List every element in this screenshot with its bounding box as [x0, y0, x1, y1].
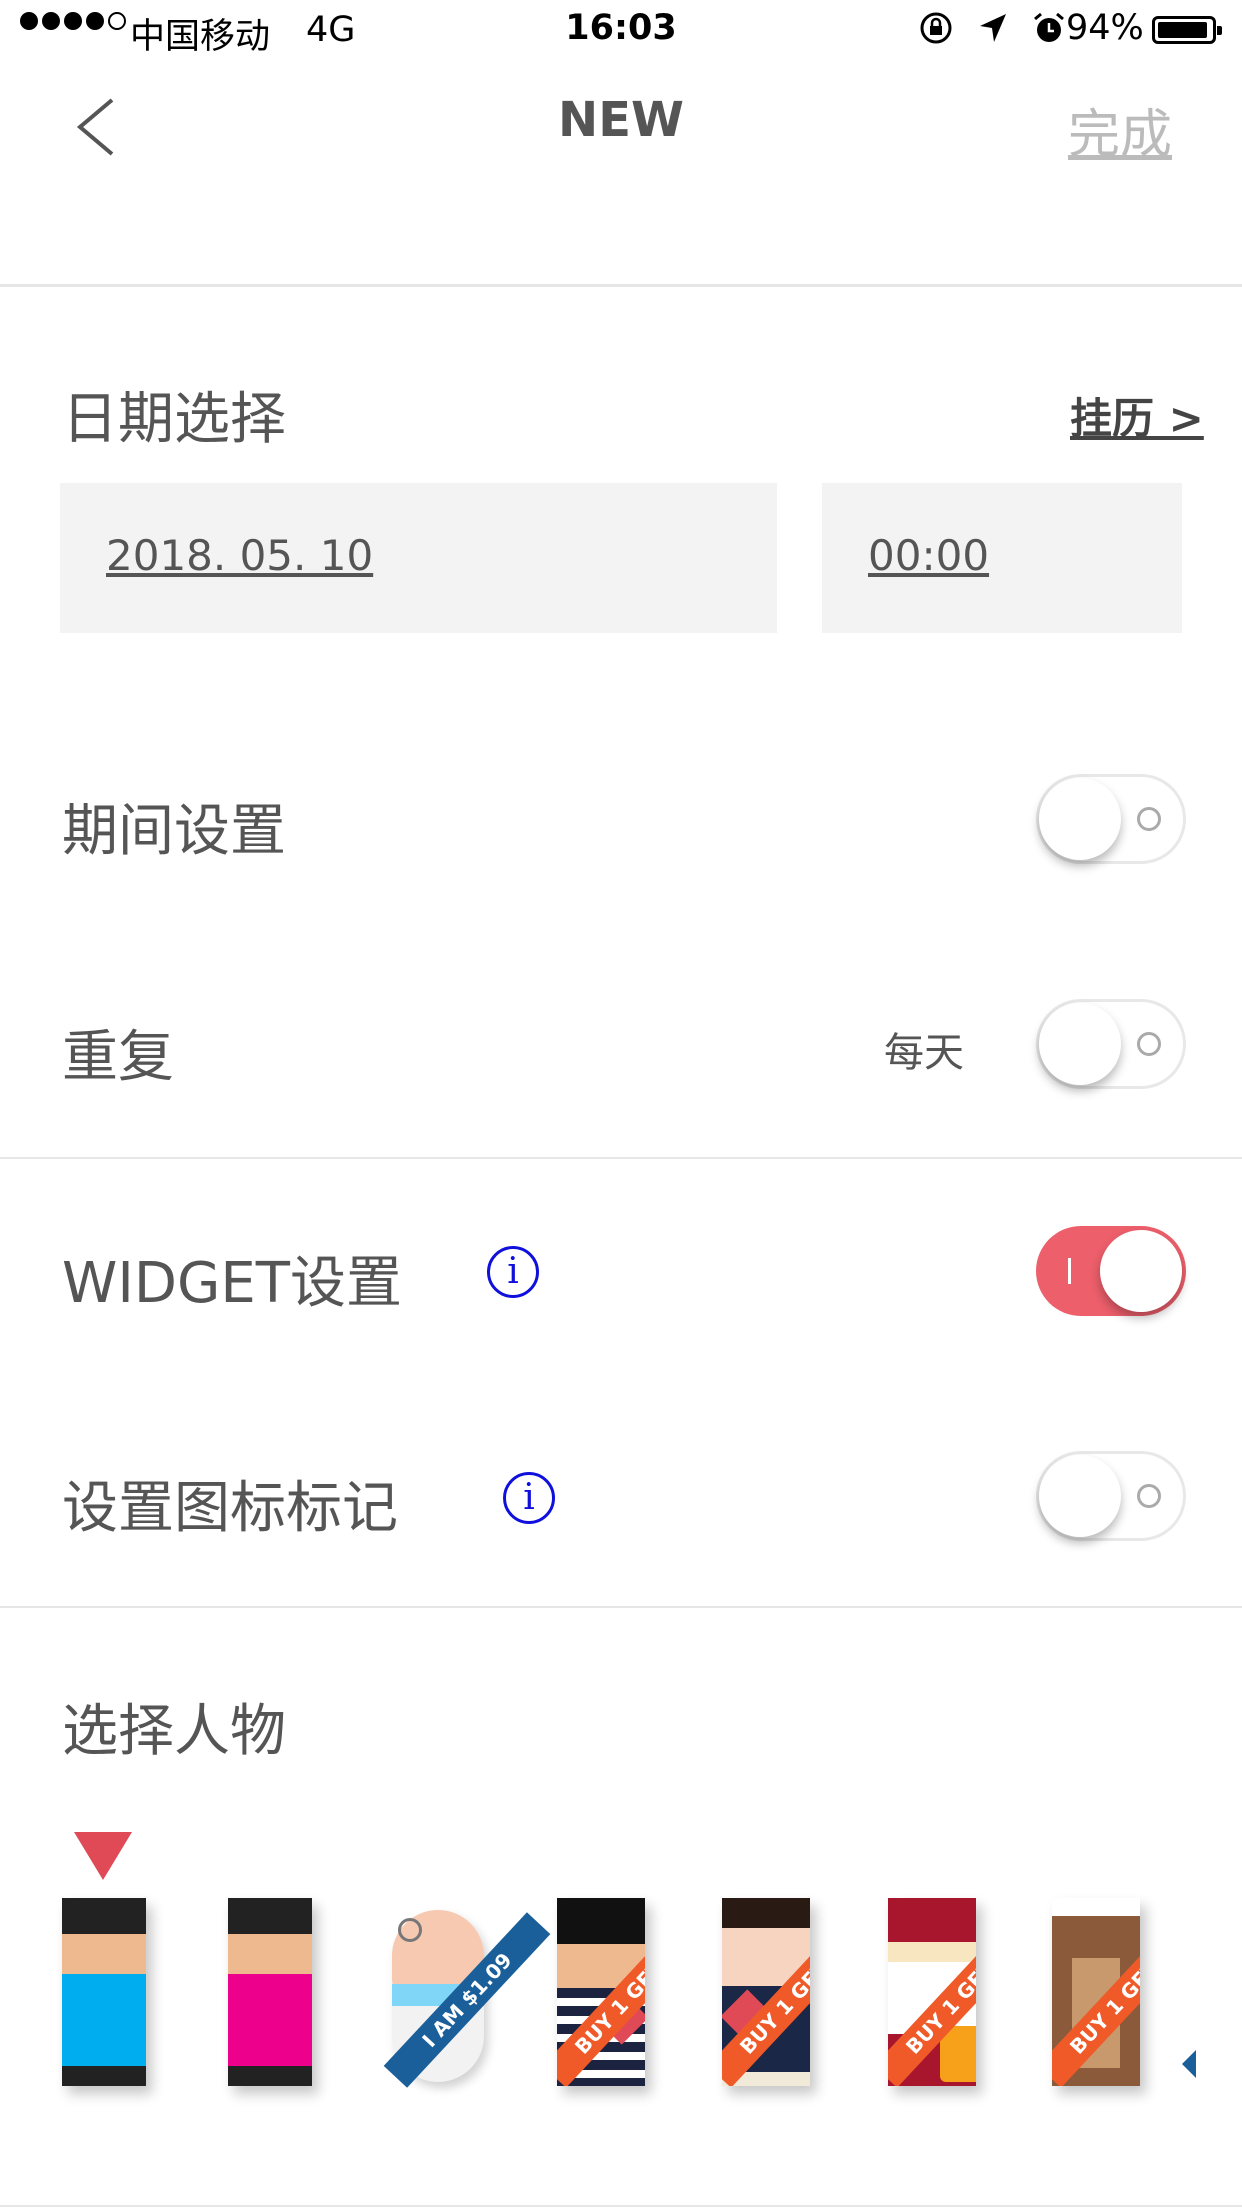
info-icon[interactable]: i: [503, 1472, 555, 1524]
period-toggle[interactable]: [1036, 774, 1186, 864]
section-divider: [0, 1157, 1242, 1159]
reindeer-character[interactable]: BUY 1 GET 1: [1052, 1898, 1140, 2086]
battery-percent: 94%: [1066, 8, 1144, 48]
pink-shirt-character[interactable]: [228, 1898, 312, 2086]
time-field[interactable]: 00:00: [822, 483, 1182, 633]
repeat-toggle[interactable]: [1036, 999, 1186, 1089]
info-icon[interactable]: i: [487, 1246, 539, 1298]
page-title: NEW: [558, 92, 684, 148]
date-section-title: 日期选择: [62, 387, 286, 452]
selection-indicator: [74, 1832, 132, 1880]
blue-shirt-character[interactable]: [62, 1898, 146, 2086]
repeat-value[interactable]: 每天: [884, 1020, 964, 1078]
striped-shirt-character[interactable]: BUY 1 GET 1: [557, 1898, 645, 2086]
status-icons: [918, 10, 1066, 46]
scroll-more-icon: [1182, 2050, 1196, 2078]
time-value: 00:00: [868, 531, 990, 580]
location-arrow-icon: [980, 14, 1006, 42]
status-bar: 中国移动 4G 16:03 94%: [0, 0, 1242, 60]
period-label: 期间设置: [62, 799, 286, 864]
date-value: 2018. 05. 10: [106, 531, 374, 580]
badge-toggle[interactable]: [1036, 1451, 1186, 1541]
santa-character[interactable]: BUY 1 GET 1: [888, 1898, 976, 2086]
calendar-link[interactable]: 挂历 >: [1070, 385, 1204, 446]
rotation-lock-icon: [920, 12, 952, 44]
widget-toggle[interactable]: [1036, 1226, 1186, 1316]
repeat-label: 重复: [62, 1025, 174, 1090]
section-divider: [0, 1606, 1242, 1608]
done-button[interactable]: 完成: [1068, 92, 1172, 167]
baby-character[interactable]: I AM $1.09: [383, 1898, 551, 2088]
battery-icon: [1152, 16, 1222, 44]
section-divider: [0, 2205, 1242, 2207]
widget-label: WIDGET设置: [62, 1251, 402, 1316]
character-section-title: 选择人物: [62, 1699, 286, 1764]
school-uniform-character[interactable]: BUY 1 GET 1: [722, 1898, 810, 2086]
badge-label: 设置图标标记: [62, 1476, 398, 1541]
date-field[interactable]: 2018. 05. 10: [60, 483, 777, 633]
section-divider: [0, 284, 1242, 287]
alarm-icon: [1034, 12, 1064, 42]
